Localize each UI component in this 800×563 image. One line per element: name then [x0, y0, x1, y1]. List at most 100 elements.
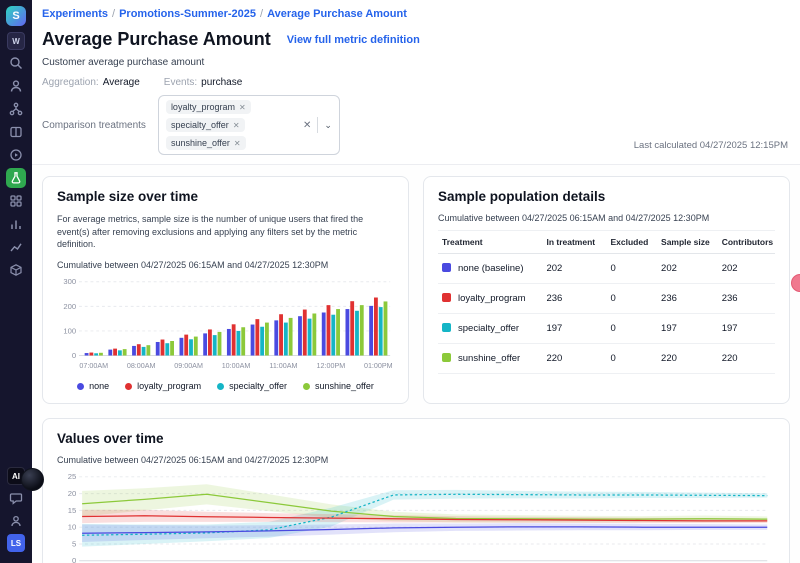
sample-size-legend: none loyalty_program specialty_offer sunshi… — [57, 381, 394, 391]
svg-text:300: 300 — [63, 277, 76, 286]
metric-subtitle: Customer average purchase amount — [42, 57, 788, 68]
events-label: Events: — [164, 77, 197, 88]
search-icon[interactable] — [6, 53, 26, 73]
svg-text:10: 10 — [68, 523, 77, 532]
feedback-chat-icon[interactable] — [6, 488, 26, 508]
workspace-badge[interactable]: W — [7, 32, 25, 50]
table-cell: 0 — [606, 314, 657, 344]
col-excluded: Excluded — [606, 231, 657, 254]
sample-size-chart[interactable]: 010020030007:00AM08:00AM09:00AM10:00AM11… — [57, 277, 394, 377]
table-cell: 236 — [542, 284, 606, 314]
aggregation-value: Average — [103, 77, 140, 88]
treatment-name: sunshine_offer — [458, 353, 520, 364]
svg-text:200: 200 — [63, 302, 76, 311]
chip-remove-icon[interactable]: ✕ — [239, 103, 246, 112]
legend-item[interactable]: specialty_offer — [217, 381, 287, 391]
breadcrumb-experiments[interactable]: Experiments — [42, 8, 108, 20]
svg-text:10:00AM: 10:00AM — [222, 362, 251, 370]
col-treatment: Treatment — [438, 231, 542, 254]
view-metric-definition-link[interactable]: View full metric definition — [287, 34, 420, 46]
treatment-color-swatch — [442, 263, 451, 272]
values-card: Values over time Cumulative between 04/2… — [42, 418, 790, 563]
aggregation-label: Aggregation: — [42, 77, 99, 88]
users-icon[interactable] — [6, 76, 26, 96]
app-logo[interactable]: S — [6, 6, 26, 26]
table-cell: 197 — [542, 314, 606, 344]
chip-label: sunshine_offer — [171, 138, 230, 148]
treatment-chip[interactable]: sunshine_offer ✕ — [166, 136, 246, 150]
legend-item[interactable]: sunshine_offer — [303, 381, 374, 391]
population-cumulative: Cumulative between 04/27/2025 06:15AM an… — [438, 213, 775, 223]
account-icon[interactable] — [6, 511, 26, 531]
legend-dot — [125, 383, 132, 390]
table-cell: 220 — [718, 344, 775, 374]
pulse-icon[interactable] — [6, 145, 26, 165]
holdouts-box-icon[interactable] — [6, 260, 26, 280]
legend-item[interactable]: none — [77, 381, 109, 391]
chip-remove-icon[interactable]: ✕ — [234, 139, 241, 148]
breadcrumb: Experiments/Promotions-Summer-2025/Avera… — [42, 8, 788, 20]
experiments-flask-icon[interactable] — [6, 168, 26, 188]
col-in-treatment: In treatment — [542, 231, 606, 254]
sample-size-description: For average metrics, sample size is the … — [57, 213, 394, 251]
col-contributors: Contributors — [718, 231, 775, 254]
table-cell: 220 — [542, 344, 606, 374]
treatment-name: none (baseline) — [458, 263, 524, 274]
table-cell: 202 — [657, 254, 718, 284]
treatment-chip[interactable]: specialty_offer ✕ — [166, 118, 245, 132]
values-chart[interactable]: 051015202507:00AM07:30AM08:00AM08:30AM09… — [57, 472, 775, 563]
chip-label: specialty_offer — [171, 120, 229, 130]
events-value: purchase — [201, 77, 242, 88]
metrics-bars-icon[interactable] — [6, 214, 26, 234]
population-card: Sample population details Cumulative bet… — [423, 176, 790, 404]
chevron-down-icon[interactable]: ⌄ — [324, 120, 332, 131]
svg-text:25: 25 — [68, 473, 77, 482]
col-sample-size: Sample size — [657, 231, 718, 254]
table-cell: 0 — [606, 344, 657, 374]
svg-text:07:00AM: 07:00AM — [79, 362, 108, 370]
breadcrumb-experiment-name[interactable]: Promotions-Summer-2025 — [119, 8, 256, 20]
breadcrumb-metric-name[interactable]: Average Purchase Amount — [267, 8, 407, 20]
population-title: Sample population details — [438, 189, 775, 204]
select-clear-icon[interactable]: ✕ — [303, 120, 311, 131]
treatment-chips: loyalty_program✕specialty_offer✕sunshine… — [166, 100, 298, 150]
board-icon[interactable] — [6, 122, 26, 142]
svg-text:5: 5 — [72, 540, 76, 549]
svg-text:0: 0 — [72, 557, 76, 563]
values-cumulative: Cumulative between 04/27/2025 06:15AM an… — [57, 455, 775, 465]
svg-text:0: 0 — [72, 351, 76, 360]
table-cell: 197 — [657, 314, 718, 344]
main-content: Experiments/Promotions-Summer-2025/Avera… — [32, 0, 800, 563]
select-divider — [317, 117, 318, 133]
sample-size-cumulative: Cumulative between 04/27/2025 06:15AM an… — [57, 260, 394, 270]
chip-remove-icon[interactable]: ✕ — [233, 121, 240, 130]
svg-text:20: 20 — [68, 489, 77, 498]
svg-text:11:00AM: 11:00AM — [269, 362, 297, 370]
svg-text:100: 100 — [63, 326, 76, 335]
table-cell: 0 — [606, 254, 657, 284]
breadcrumb-separator: / — [256, 8, 267, 20]
metric-meta-row: Aggregation: Average Events: purchase — [42, 77, 788, 88]
table-cell: 197 — [718, 314, 775, 344]
table-cell: 236 — [718, 284, 775, 314]
breadcrumb-separator: / — [108, 8, 119, 20]
treatment-select[interactable]: loyalty_program✕specialty_offer✕sunshine… — [158, 95, 340, 155]
legend-label: sunshine_offer — [315, 381, 374, 391]
population-table: Treatment In treatment Excluded Sample s… — [438, 230, 775, 374]
apps-grid-icon[interactable] — [6, 191, 26, 211]
comparison-treatments-label: Comparison treatments — [42, 120, 146, 131]
table-cell: 202 — [718, 254, 775, 284]
user-workspace-badge[interactable]: LS — [7, 534, 25, 552]
treatment-name: specialty_offer — [458, 323, 519, 334]
legend-item[interactable]: loyalty_program — [125, 381, 201, 391]
treatment-chip[interactable]: loyalty_program✕ — [166, 100, 251, 114]
insights-line-icon[interactable] — [6, 237, 26, 257]
svg-text:08:00AM: 08:00AM — [127, 362, 156, 370]
table-row: none (baseline)2020202202 — [438, 254, 775, 284]
table-row: loyalty_program2360236236 — [438, 284, 775, 314]
flow-icon[interactable] — [6, 99, 26, 119]
table-cell: 220 — [657, 344, 718, 374]
treatment-color-swatch — [442, 293, 451, 302]
ai-assistant-fab[interactable] — [21, 468, 44, 491]
table-cell: 0 — [606, 284, 657, 314]
